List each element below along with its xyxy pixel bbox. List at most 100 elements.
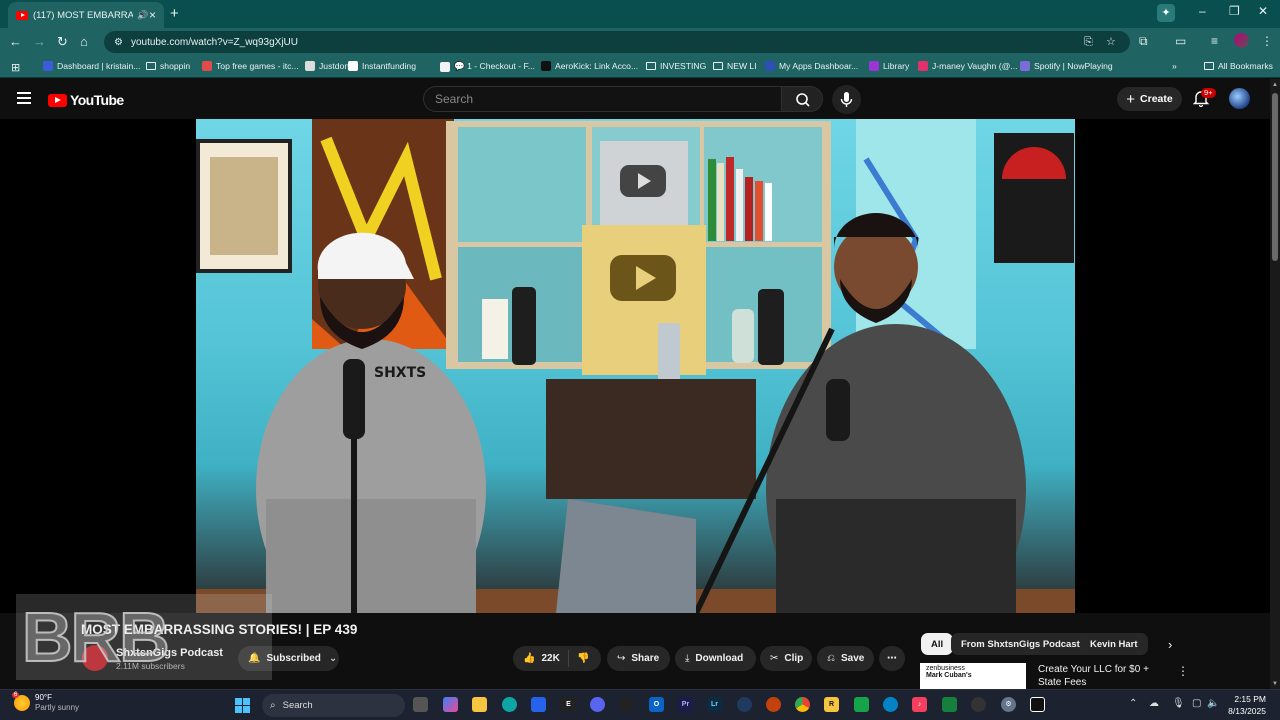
hamburger-menu-icon[interactable]: [17, 92, 31, 104]
back-button[interactable]: ←: [9, 34, 22, 49]
recommendation-thumbnail[interactable]: zenbusiness Mark Cuban's: [920, 663, 1026, 689]
xbox-icon[interactable]: [854, 697, 869, 712]
youtube-header: YouTube Search + Create 9+: [0, 79, 1270, 119]
bookmark-item[interactable]: Dashboard | kristain...: [43, 61, 140, 71]
task-view-icon[interactable]: [413, 697, 428, 712]
browser-menu-icon[interactable]: ⋮: [1261, 34, 1273, 48]
minimize-button[interactable]: –: [1199, 4, 1206, 18]
linear-app-icon[interactable]: [619, 697, 634, 712]
scroll-down-arrow-icon[interactable]: ▼: [1272, 681, 1278, 687]
bookmark-item[interactable]: Top free games - itc...: [202, 61, 299, 71]
maximize-button[interactable]: ❐: [1229, 4, 1240, 18]
clip-button[interactable]: ✂ Clip: [760, 646, 812, 671]
search-button[interactable]: [781, 86, 823, 112]
chrome-icon[interactable]: [795, 697, 810, 712]
share-button[interactable]: ↪ Share: [607, 646, 670, 671]
rockstar-icon[interactable]: R: [824, 697, 839, 712]
apps-grid-icon[interactable]: ⊞: [11, 61, 20, 74]
video-player[interactable]: SHXTS: [0, 119, 1270, 613]
site-info-icon[interactable]: ⚙: [114, 37, 123, 48]
chip-kevin-hart[interactable]: Kevin Hart: [1080, 633, 1148, 655]
bookmark-item[interactable]: AeroKick: Link Acco...: [541, 61, 638, 71]
tray-overflow-chevron-icon[interactable]: ⌃: [1129, 698, 1137, 709]
video-frame[interactable]: SHXTS: [196, 119, 1075, 613]
lightroom-icon[interactable]: Lr: [707, 697, 722, 712]
microphone-tray-icon[interactable]: 🎙: [1172, 698, 1185, 709]
gemini-sparkle-icon[interactable]: ✦: [1157, 4, 1175, 22]
edge-icon[interactable]: [502, 697, 517, 712]
create-button[interactable]: + Create: [1117, 87, 1182, 111]
search-icon: [796, 93, 810, 107]
file-explorer-icon[interactable]: [472, 697, 487, 712]
scroll-up-arrow-icon[interactable]: ▲: [1272, 82, 1278, 88]
bookmark-item[interactable]: Instantfunding: [348, 61, 416, 71]
bookmark-item[interactable]: J-maney Vaughn (@...: [918, 61, 1017, 71]
app-with-notification-icon[interactable]: [971, 697, 986, 712]
speaker-icon[interactable]: 🔊: [137, 10, 148, 21]
save-button[interactable]: ⎌ Save: [817, 646, 874, 671]
browser-tab-youtube[interactable]: (117) MOST EMBARRASSING STORIES! | EP 43…: [8, 2, 164, 28]
address-bar[interactable]: ⚙ youtube.com/watch?v=Z_wq93gXjUU: [104, 31, 1130, 53]
youtube-play-logo-icon: [48, 93, 67, 107]
bookmark-item[interactable]: 💬 1 - Checkout - F...: [440, 61, 535, 72]
game-app-icon[interactable]: [1030, 697, 1045, 712]
discord-icon[interactable]: [590, 697, 605, 712]
page-scrollbar[interactable]: ▲ ▼: [1270, 79, 1280, 689]
profile-avatar[interactable]: [1234, 33, 1249, 48]
recommendation-menu-icon[interactable]: ⋮: [1177, 664, 1189, 678]
more-bookmarks-icon[interactable]: »: [1172, 61, 1177, 71]
bookmark-item[interactable]: Justdone: [305, 61, 354, 71]
onedrive-icon[interactable]: ☁: [1149, 698, 1159, 709]
bookmark-item[interactable]: shoppin: [146, 61, 190, 71]
like-button[interactable]: 👍 22K: [513, 650, 569, 667]
settings-gear-icon[interactable]: ⚙: [1001, 697, 1016, 712]
chips-next-chevron-icon[interactable]: ›: [1168, 637, 1172, 652]
search-input[interactable]: Search: [423, 86, 781, 112]
download-button[interactable]: ⤓ Download: [675, 646, 756, 671]
new-tab-button[interactable]: +: [170, 5, 179, 22]
bookmark-item[interactable]: NEW LI: [713, 61, 757, 71]
terminal-icon[interactable]: [942, 697, 957, 712]
epic-games-icon[interactable]: E: [561, 697, 576, 712]
bookmark-item[interactable]: Spotify | NowPlaying: [1020, 61, 1113, 71]
voice-search-button[interactable]: [832, 85, 861, 114]
bookmark-item[interactable]: My Apps Dashboar...: [765, 61, 858, 71]
bookmark-star-icon[interactable]: ☆: [1106, 35, 1116, 48]
volume-icon[interactable]: 🔈: [1207, 698, 1219, 709]
media-control-icon[interactable]: ≡: [1211, 34, 1218, 48]
tab-search-icon[interactable]: ▭: [1175, 34, 1186, 48]
taskbar-search-input[interactable]: ⌕ Search: [262, 694, 405, 717]
extensions-icon[interactable]: ⧉: [1139, 34, 1148, 49]
account-avatar[interactable]: [1229, 88, 1250, 109]
install-app-icon[interactable]: ⎘: [1084, 36, 1093, 49]
outlook-icon[interactable]: O: [649, 697, 664, 712]
chip-all[interactable]: All: [921, 633, 954, 655]
app-store-icon[interactable]: [883, 697, 898, 712]
microsoft-store-icon[interactable]: [531, 697, 546, 712]
bookmark-item[interactable]: INVESTING: [646, 61, 706, 71]
premiere-pro-icon[interactable]: Pr: [678, 697, 693, 712]
scrollbar-thumb[interactable]: [1272, 93, 1278, 261]
network-icon[interactable]: ▢: [1192, 698, 1201, 709]
youtube-logo[interactable]: YouTube: [48, 92, 124, 108]
music-icon[interactable]: ♪: [912, 697, 927, 712]
close-window-button[interactable]: ✕: [1258, 4, 1268, 18]
all-bookmarks-button[interactable]: All Bookmarks: [1204, 61, 1273, 71]
site-favicon-icon: [348, 61, 358, 71]
recommendation-title[interactable]: Create Your LLC for $0 + State Fees: [1038, 663, 1168, 689]
copilot-icon[interactable]: [443, 697, 458, 712]
home-button[interactable]: ⌂: [80, 34, 88, 49]
reload-button[interactable]: ↻: [57, 34, 68, 50]
dislike-button[interactable]: 👎: [569, 653, 589, 664]
bookmark-item[interactable]: Library: [869, 61, 909, 71]
forward-button[interactable]: →: [33, 34, 46, 49]
system-clock[interactable]: 2:15 PM 8/13/2025: [1224, 693, 1266, 717]
more-actions-button[interactable]: ⋯: [879, 646, 905, 671]
weather-widget[interactable]: 6 90°F Partly sunny: [12, 692, 79, 713]
download-arrow-icon: ⤓: [685, 653, 690, 664]
chip-from-channel[interactable]: From ShxtsnGigs Podcast: [951, 633, 1090, 655]
steam-icon[interactable]: [737, 697, 752, 712]
firefox-icon[interactable]: [766, 697, 781, 712]
close-tab-icon[interactable]: ×: [149, 8, 156, 22]
start-button[interactable]: [235, 698, 250, 713]
